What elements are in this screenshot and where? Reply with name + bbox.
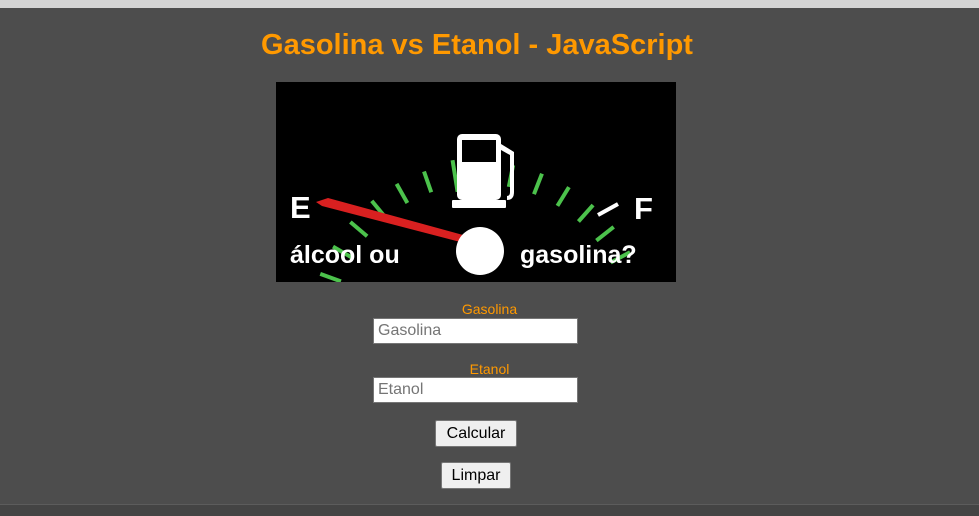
gauge-empty-mark: E (290, 190, 311, 225)
gasolina-label: Gasolina (461, 301, 518, 317)
etanol-label: Etanol (469, 361, 510, 377)
gauge-needle-hub (456, 227, 504, 275)
limpar-button[interactable]: Limpar (441, 462, 511, 489)
bottom-divider (0, 504, 979, 505)
page-title: Gasolina vs Etanol - JavaScript (261, 29, 693, 61)
top-strip (0, 0, 979, 8)
gauge-full-mark: F (634, 191, 653, 226)
gauge-caption-left: álcool ou (290, 241, 400, 269)
etanol-input[interactable] (373, 377, 578, 403)
gasolina-input[interactable] (373, 318, 578, 344)
fuel-gauge-image: E F álcool ou gasolina? (276, 82, 676, 282)
bottom-strip (0, 504, 979, 516)
calcular-button[interactable]: Calcular (435, 420, 517, 447)
gauge-caption-right: gasolina? (520, 241, 637, 269)
